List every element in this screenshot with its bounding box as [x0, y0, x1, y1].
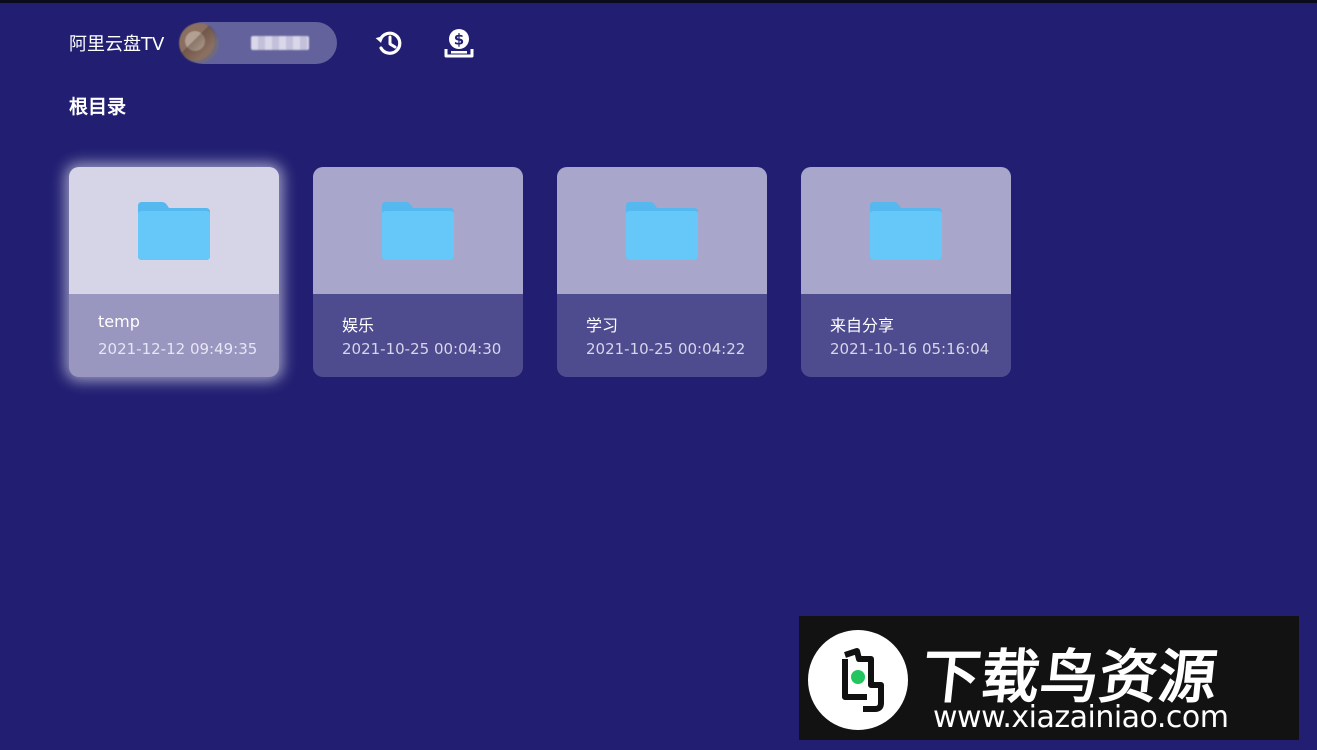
account-switcher[interactable] — [179, 22, 338, 64]
folder-thumb — [801, 167, 1011, 294]
folder-thumb — [557, 167, 767, 294]
folder-date: 2021-10-16 05:16:04 — [830, 340, 990, 358]
watermark-url: www.xiazainiao.com — [933, 700, 1229, 735]
folder-card-study[interactable]: 学习 2021-10-25 00:04:22 — [557, 167, 767, 377]
folder-icon — [626, 201, 698, 260]
folder-thumb — [69, 167, 279, 294]
history-icon — [375, 31, 402, 55]
svg-text:$: $ — [454, 31, 464, 49]
app-title: 阿里云盘TV — [69, 34, 165, 55]
folder-name: temp — [98, 312, 140, 331]
folder-icon — [382, 201, 454, 260]
folder-icon — [870, 201, 942, 260]
page-title: 根目录 — [69, 96, 127, 118]
top-border — [0, 0, 1317, 3]
avatar — [179, 23, 220, 63]
history-button[interactable] — [372, 26, 406, 60]
download-icon: $ — [444, 29, 474, 58]
bird-logo-icon — [808, 630, 908, 730]
download-button[interactable]: $ — [442, 26, 476, 60]
folder-name: 来自分享 — [830, 316, 895, 335]
folder-card-entertainment[interactable]: 娱乐 2021-10-25 00:04:30 — [313, 167, 523, 377]
folder-date: 2021-10-25 00:04:30 — [342, 340, 502, 358]
folder-name: 娱乐 — [342, 316, 375, 335]
folder-date: 2021-10-25 00:04:22 — [586, 340, 746, 358]
folder-card-shared[interactable]: 来自分享 2021-10-16 05:16:04 — [801, 167, 1011, 377]
folder-name: 学习 — [586, 316, 619, 335]
folder-thumb — [313, 167, 523, 294]
watermark: 下载鸟资源 www.xiazainiao.com — [799, 616, 1299, 740]
account-name — [251, 36, 310, 50]
folder-date: 2021-12-12 09:49:35 — [98, 340, 258, 358]
header: 阿里云盘TV — [69, 22, 338, 64]
folder-card-temp[interactable]: temp 2021-12-12 09:49:35 — [69, 167, 279, 377]
folder-icon — [138, 201, 210, 260]
